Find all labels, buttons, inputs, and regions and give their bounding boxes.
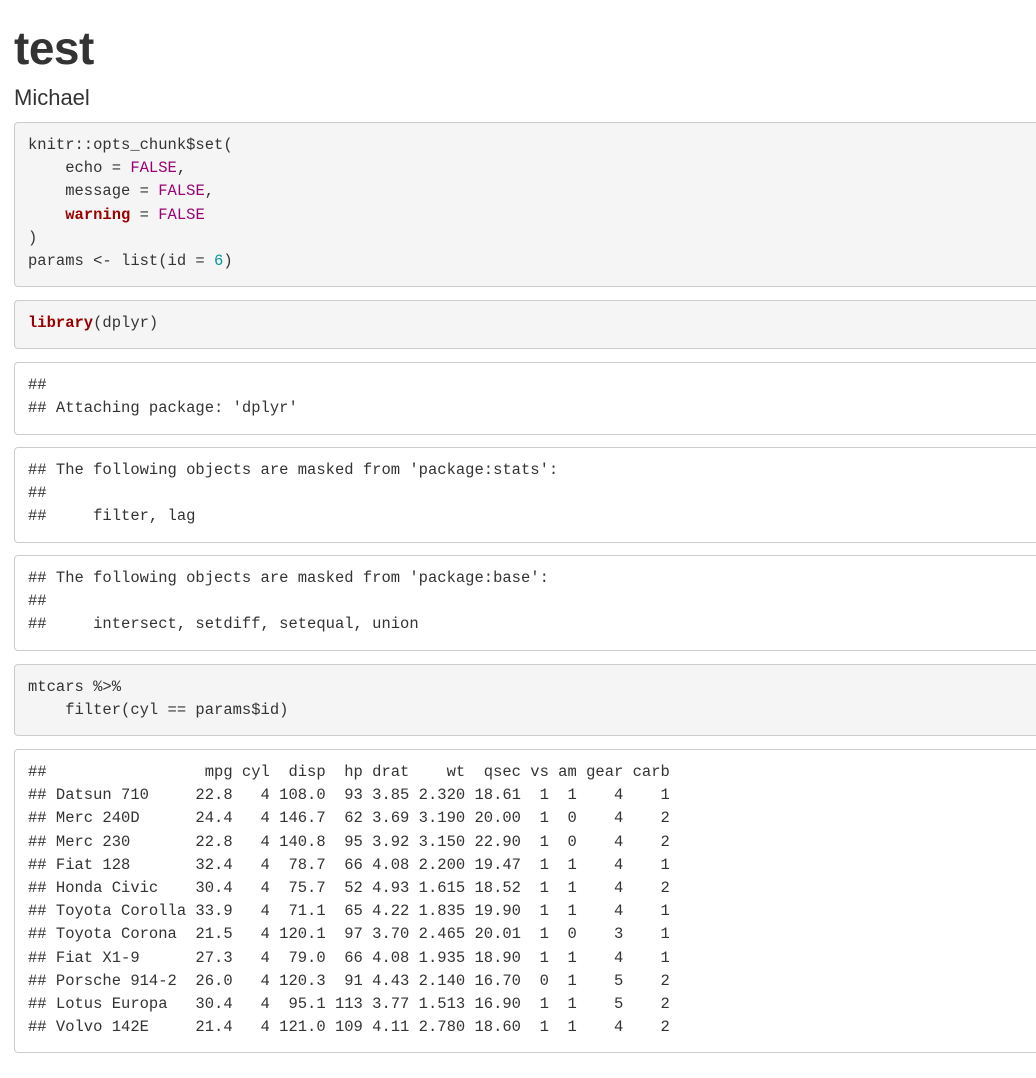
token-text: ## Attaching package: 'dplyr'	[28, 399, 298, 418]
output-line: ##	[28, 482, 1036, 505]
token-text: =	[130, 205, 159, 224]
output-line: ## Toyota Corona 21.5 4 120.1 97 3.70 2.…	[28, 923, 1036, 946]
token-text: echo =	[28, 159, 131, 178]
token-text: (dplyr)	[93, 314, 159, 332]
token-text: ,	[204, 182, 215, 201]
code-line: warning = FALSE	[28, 204, 1036, 227]
token-text: ## The following objects are masked from…	[28, 569, 549, 587]
output-line: ## Fiat X1-9 27.3 4 79.0 66 4.08 1.935 1…	[28, 947, 1036, 970]
page-title: test	[14, 22, 94, 74]
output-line: ## Attaching package: 'dplyr'	[28, 397, 1036, 420]
output-line: ## Merc 230 22.8 4 140.8 95 3.92 3.150 2…	[28, 831, 1036, 854]
token-text: ## filter, lag	[28, 507, 196, 526]
output-line: ## The following objects are masked from…	[28, 459, 1036, 482]
token-text: ## Toyota Corolla 33.9 4 71.1 65 4.22 1.…	[28, 902, 670, 921]
token-bool: FALSE	[130, 159, 177, 178]
output-line: ## mpg cyl disp hp drat wt qsec vs am ge…	[28, 761, 1036, 784]
output-attaching-package: ## ## Attaching package: 'dplyr'	[14, 362, 1036, 435]
token-text: ## Volvo 142E 21.4 4 121.0 109 4.11 2.78…	[28, 1018, 670, 1037]
token-text: ##	[28, 376, 47, 394]
author-name: Michael	[14, 85, 90, 110]
output-masked-stats: ## The following objects are masked from…	[14, 447, 1036, 543]
token-text: ## Fiat X1-9 27.3 4 79.0 66 4.08 1.935 1…	[28, 948, 670, 967]
token-text: filter(cyl == params$id)	[28, 701, 289, 720]
token-kw: warning	[65, 205, 131, 224]
output-line: ##	[28, 590, 1036, 613]
token-text: message =	[28, 182, 159, 201]
token-text: ## Merc 230 22.8 4 140.8 95 3.92 3.150 2…	[28, 832, 670, 851]
output-line: ## filter, lag	[28, 505, 1036, 528]
token-text: )	[28, 228, 38, 247]
output-line: ## Toyota Corolla 33.9 4 71.1 65 4.22 1.…	[28, 900, 1036, 923]
token-text: ## Toyota Corona 21.5 4 120.1 97 3.70 2.…	[28, 925, 670, 944]
token-bool: FALSE	[158, 182, 205, 201]
output-mtcars-table: ## mpg cyl disp hp drat wt qsec vs am ge…	[14, 749, 1036, 1053]
code-line: filter(cyl == params$id)	[28, 699, 1036, 722]
output-line: ## Merc 240D 24.4 4 146.7 62 3.69 3.190 …	[28, 807, 1036, 830]
output-line: ## Volvo 142E 21.4 4 121.0 109 4.11 2.78…	[28, 1016, 1036, 1039]
token-kw: library	[28, 314, 94, 332]
code-line: library(dplyr)	[28, 312, 1036, 335]
code-chunk-filter: mtcars %>% filter(cyl == params$id)	[14, 664, 1036, 736]
token-text: ## The following objects are masked from…	[28, 461, 559, 479]
token-text: ##	[28, 484, 47, 503]
token-text: params <- list(id =	[28, 251, 215, 270]
token-text: ## Porsche 914-2 26.0 4 120.3 91 4.43 2.…	[28, 971, 670, 990]
token-text: )	[223, 251, 233, 270]
code-line: knitr::opts_chunk$set(	[28, 134, 1036, 157]
code-line: )	[28, 227, 1036, 250]
token-text: ## Honda Civic 30.4 4 75.7 52 4.93 1.615…	[28, 878, 670, 897]
code-chunk-setup: knitr::opts_chunk$set( echo = FALSE, mes…	[14, 122, 1036, 287]
code-line: params <- list(id = 6)	[28, 250, 1036, 273]
token-text: mtcars %>%	[28, 678, 122, 696]
token-text: ## Datsun 710 22.8 4 108.0 93 3.85 2.320…	[28, 786, 670, 805]
code-line: message = FALSE,	[28, 180, 1036, 203]
output-line: ## Honda Civic 30.4 4 75.7 52 4.93 1.615…	[28, 877, 1036, 900]
output-line: ## The following objects are masked from…	[28, 567, 1036, 590]
token-text: ## Lotus Europa 30.4 4 95.1 113 3.77 1.5…	[28, 994, 670, 1013]
token-text: ,	[176, 159, 187, 178]
token-text: ## intersect, setdiff, setequal, union	[28, 615, 419, 634]
token-text: ##	[28, 592, 47, 611]
token-text: ## mpg cyl disp hp drat wt qsec vs am ge…	[28, 763, 670, 781]
token-bool: FALSE	[158, 205, 205, 224]
token-text: knitr::opts_chunk$set(	[28, 136, 233, 154]
output-line: ## Datsun 710 22.8 4 108.0 93 3.85 2.320…	[28, 784, 1036, 807]
output-line: ## Lotus Europa 30.4 4 95.1 113 3.77 1.5…	[28, 993, 1036, 1016]
output-masked-base: ## The following objects are masked from…	[14, 555, 1036, 651]
output-line: ## Porsche 914-2 26.0 4 120.3 91 4.43 2.…	[28, 970, 1036, 993]
output-line: ## intersect, setdiff, setequal, union	[28, 613, 1036, 636]
token-text: ## Merc 240D 24.4 4 146.7 62 3.69 3.190 …	[28, 809, 670, 828]
token-text: ## Fiat 128 32.4 4 78.7 66 4.08 2.200 19…	[28, 855, 670, 874]
code-line: echo = FALSE,	[28, 157, 1036, 180]
code-chunk-library: library(dplyr)	[14, 300, 1036, 349]
token-num: 6	[214, 251, 224, 270]
output-line: ##	[28, 374, 1036, 397]
output-line: ## Fiat 128 32.4 4 78.7 66 4.08 2.200 19…	[28, 854, 1036, 877]
code-line: mtcars %>%	[28, 676, 1036, 699]
